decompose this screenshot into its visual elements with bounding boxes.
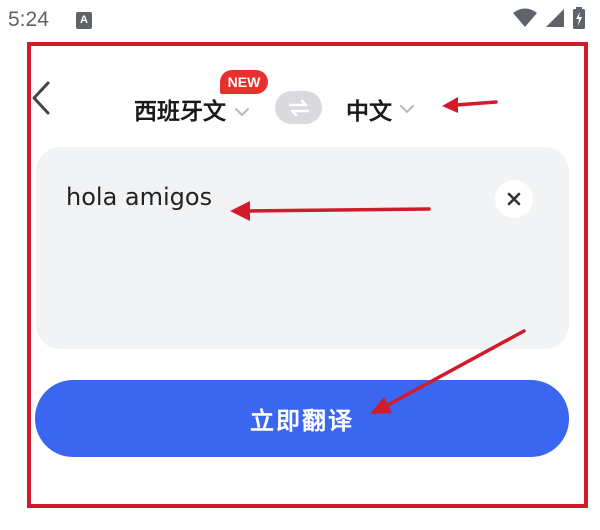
chevron-down-icon[interactable] <box>399 104 415 114</box>
annotation-arrow-target-language <box>442 97 498 113</box>
back-button[interactable] <box>26 78 56 118</box>
close-icon <box>507 192 521 206</box>
translate-button[interactable]: 立即翻译 <box>35 380 569 457</box>
status-time: 5:24 <box>8 8 49 31</box>
status-icons <box>512 6 586 30</box>
chevron-left-icon <box>32 81 50 115</box>
source-text-input[interactable]: hola amigos <box>66 183 212 211</box>
new-badge: NEW <box>220 70 268 94</box>
swap-languages-button[interactable] <box>275 91 322 124</box>
target-language[interactable]: 中文 <box>346 92 392 126</box>
clear-button[interactable] <box>495 180 533 218</box>
chevron-down-icon[interactable] <box>234 107 250 117</box>
swap-arrows-icon <box>288 99 309 116</box>
battery-icon <box>573 7 585 29</box>
app-notification-icon: A <box>76 12 92 29</box>
source-language[interactable]: 西班牙文 <box>134 92 226 126</box>
input-card[interactable] <box>36 147 569 349</box>
wifi-icon <box>513 8 537 27</box>
signal-icon <box>546 9 564 27</box>
